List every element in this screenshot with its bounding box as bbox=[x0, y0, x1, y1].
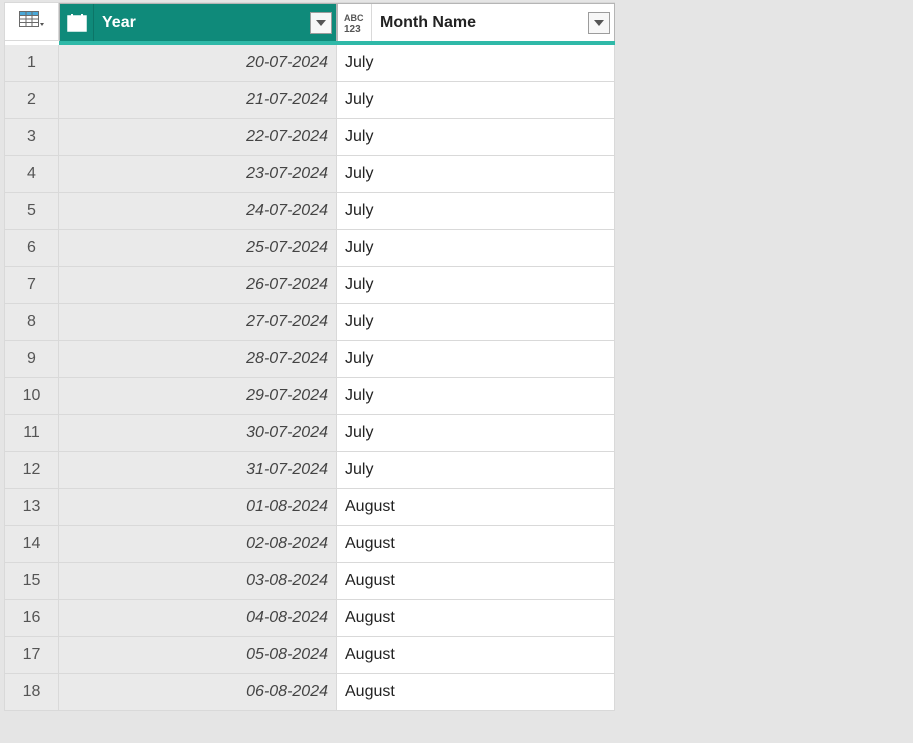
table-row[interactable]: 1604-08-2024August bbox=[5, 600, 615, 637]
cell-month[interactable]: August bbox=[337, 674, 615, 711]
cell-year[interactable]: 20-07-2024 bbox=[59, 45, 337, 82]
cell-year[interactable]: 26-07-2024 bbox=[59, 267, 337, 304]
row-number[interactable]: 2 bbox=[5, 82, 59, 119]
cell-month[interactable]: August bbox=[337, 637, 615, 674]
table-row[interactable]: 1806-08-2024August bbox=[5, 674, 615, 711]
chevron-down-icon bbox=[594, 20, 604, 26]
cell-year[interactable]: 30-07-2024 bbox=[59, 415, 337, 452]
cell-month[interactable]: July bbox=[337, 193, 615, 230]
svg-text:123: 123 bbox=[344, 24, 361, 35]
table-row[interactable]: 524-07-2024July bbox=[5, 193, 615, 230]
rows-container: 120-07-2024July221-07-2024July322-07-202… bbox=[5, 45, 615, 711]
cell-year[interactable]: 27-07-2024 bbox=[59, 304, 337, 341]
cell-month[interactable]: July bbox=[337, 82, 615, 119]
cell-month[interactable]: July bbox=[337, 415, 615, 452]
cell-month[interactable]: July bbox=[337, 230, 615, 267]
cell-month[interactable]: July bbox=[337, 45, 615, 82]
table-row[interactable]: 1503-08-2024August bbox=[5, 563, 615, 600]
row-number[interactable]: 12 bbox=[5, 452, 59, 489]
cell-month[interactable]: August bbox=[337, 489, 615, 526]
cell-year[interactable]: 22-07-2024 bbox=[59, 119, 337, 156]
table-row[interactable]: 423-07-2024July bbox=[5, 156, 615, 193]
row-number[interactable]: 3 bbox=[5, 119, 59, 156]
cell-month[interactable]: July bbox=[337, 156, 615, 193]
row-number[interactable]: 6 bbox=[5, 230, 59, 267]
table-row[interactable]: 120-07-2024July bbox=[5, 45, 615, 82]
column-label: Month Name bbox=[380, 13, 588, 32]
table-row[interactable]: 1402-08-2024August bbox=[5, 526, 615, 563]
table-row[interactable]: 625-07-2024July bbox=[5, 230, 615, 267]
row-number[interactable]: 9 bbox=[5, 341, 59, 378]
chevron-down-icon bbox=[316, 20, 326, 26]
cell-month[interactable]: August bbox=[337, 563, 615, 600]
table-row[interactable]: 928-07-2024July bbox=[5, 341, 615, 378]
cell-month[interactable]: August bbox=[337, 526, 615, 563]
cell-year[interactable]: 02-08-2024 bbox=[59, 526, 337, 563]
table-icon bbox=[19, 11, 45, 33]
cell-year[interactable]: 23-07-2024 bbox=[59, 156, 337, 193]
cell-year[interactable]: 04-08-2024 bbox=[59, 600, 337, 637]
data-grid: Year ABC 123 Month Name bbox=[4, 2, 615, 711]
column-header-month[interactable]: ABC 123 Month Name bbox=[337, 3, 615, 41]
table-row[interactable]: 827-07-2024July bbox=[5, 304, 615, 341]
header-row: Year ABC 123 Month Name bbox=[5, 3, 615, 41]
filter-button-month[interactable] bbox=[588, 12, 610, 34]
cell-month[interactable]: July bbox=[337, 267, 615, 304]
filter-button-year[interactable] bbox=[310, 12, 332, 34]
row-number[interactable]: 10 bbox=[5, 378, 59, 415]
table-row[interactable]: 726-07-2024July bbox=[5, 267, 615, 304]
row-number[interactable]: 7 bbox=[5, 267, 59, 304]
cell-month[interactable]: July bbox=[337, 452, 615, 489]
calendar-icon bbox=[66, 13, 88, 33]
cell-month[interactable]: July bbox=[337, 341, 615, 378]
table-row[interactable]: 1130-07-2024July bbox=[5, 415, 615, 452]
cell-year[interactable]: 29-07-2024 bbox=[59, 378, 337, 415]
cell-year[interactable]: 31-07-2024 bbox=[59, 452, 337, 489]
cell-month[interactable]: August bbox=[337, 600, 615, 637]
row-number[interactable]: 4 bbox=[5, 156, 59, 193]
select-all-corner[interactable] bbox=[5, 3, 59, 41]
cell-month[interactable]: July bbox=[337, 119, 615, 156]
abc123-icon: ABC 123 bbox=[342, 11, 368, 35]
cell-year[interactable]: 06-08-2024 bbox=[59, 674, 337, 711]
row-number[interactable]: 18 bbox=[5, 674, 59, 711]
cell-year[interactable]: 21-07-2024 bbox=[59, 82, 337, 119]
table-row[interactable]: 221-07-2024July bbox=[5, 82, 615, 119]
row-number[interactable]: 13 bbox=[5, 489, 59, 526]
row-number[interactable]: 5 bbox=[5, 193, 59, 230]
table-row[interactable]: 1029-07-2024July bbox=[5, 378, 615, 415]
row-number[interactable]: 14 bbox=[5, 526, 59, 563]
svg-text:ABC: ABC bbox=[344, 13, 364, 23]
row-number[interactable]: 15 bbox=[5, 563, 59, 600]
cell-month[interactable]: July bbox=[337, 378, 615, 415]
row-number[interactable]: 16 bbox=[5, 600, 59, 637]
cell-month[interactable]: July bbox=[337, 304, 615, 341]
cell-year[interactable]: 25-07-2024 bbox=[59, 230, 337, 267]
table-row[interactable]: 1231-07-2024July bbox=[5, 452, 615, 489]
column-type-button-year[interactable] bbox=[60, 4, 94, 41]
row-number[interactable]: 8 bbox=[5, 304, 59, 341]
column-header-year[interactable]: Year bbox=[59, 3, 337, 41]
cell-year[interactable]: 05-08-2024 bbox=[59, 637, 337, 674]
table-row[interactable]: 322-07-2024July bbox=[5, 119, 615, 156]
row-number[interactable]: 11 bbox=[5, 415, 59, 452]
column-type-button-month[interactable]: ABC 123 bbox=[338, 4, 372, 41]
cell-year[interactable]: 03-08-2024 bbox=[59, 563, 337, 600]
cell-year[interactable]: 28-07-2024 bbox=[59, 341, 337, 378]
column-label: Year bbox=[102, 13, 310, 32]
row-number[interactable]: 17 bbox=[5, 637, 59, 674]
table-row[interactable]: 1301-08-2024August bbox=[5, 489, 615, 526]
cell-year[interactable]: 24-07-2024 bbox=[59, 193, 337, 230]
cell-year[interactable]: 01-08-2024 bbox=[59, 489, 337, 526]
row-number[interactable]: 1 bbox=[5, 45, 59, 82]
table-row[interactable]: 1705-08-2024August bbox=[5, 637, 615, 674]
